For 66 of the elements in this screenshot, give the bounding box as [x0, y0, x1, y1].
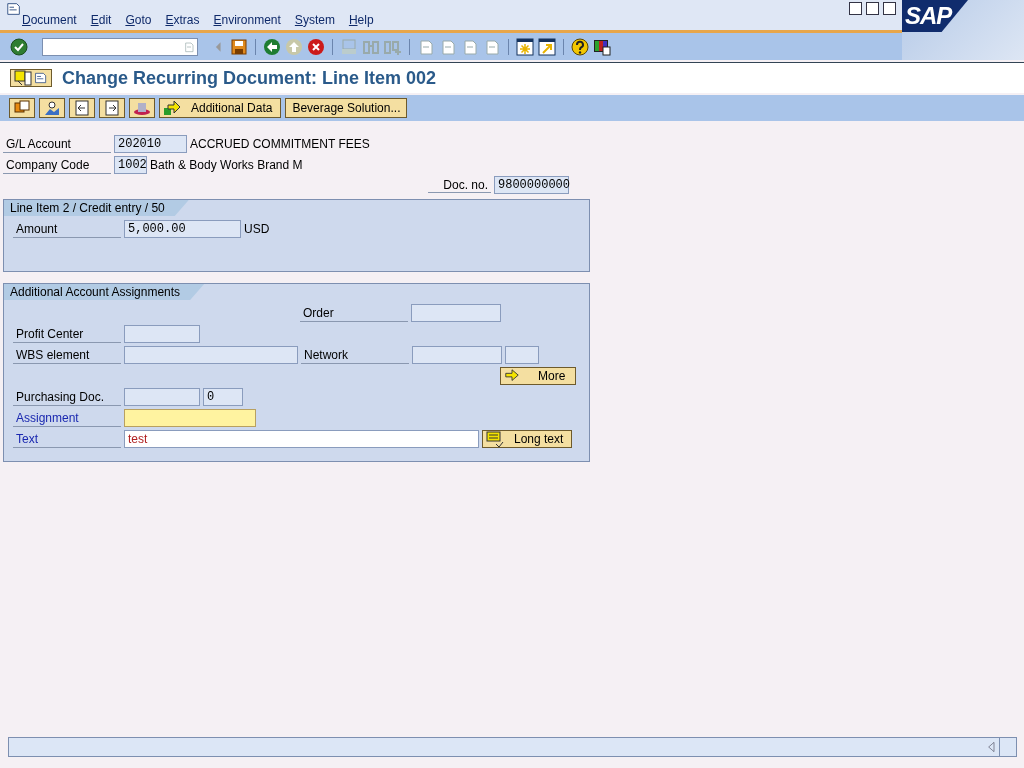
- back-icon[interactable]: [263, 37, 281, 56]
- document-icon: [34, 70, 48, 86]
- note-icon: [486, 429, 504, 448]
- new-session-icon[interactable]: [516, 37, 534, 56]
- menu-item[interactable]: Environment: [213, 13, 281, 27]
- toolbar-button[interactable]: Additional Data: [159, 98, 282, 118]
- expand-icon[interactable]: [986, 741, 998, 753]
- input-field[interactable]: [124, 345, 298, 364]
- input-field[interactable]: 1002: [114, 155, 147, 174]
- menu-item[interactable]: Goto: [125, 13, 152, 27]
- app-menu-icon[interactable]: [6, 1, 22, 17]
- group-title: Additional Account Assignments: [4, 284, 205, 300]
- input-field[interactable]: [505, 345, 539, 364]
- screen-title: Change Recurring Document: Line Item 002: [62, 67, 437, 89]
- icon-button[interactable]: [39, 98, 65, 118]
- currency: USD: [244, 221, 270, 236]
- icon-button[interactable]: [9, 98, 35, 118]
- display-change-button[interactable]: [10, 69, 52, 87]
- input-field[interactable]: [124, 408, 256, 427]
- field-label: Text: [13, 429, 121, 448]
- sap-logo: SAP: [902, 0, 968, 32]
- field-label: Order: [300, 303, 408, 322]
- long-text-button[interactable]: Long text: [482, 429, 572, 448]
- field-label: Network: [301, 345, 409, 364]
- field-label: Assignment: [13, 408, 121, 427]
- input-field[interactable]: 202010: [114, 134, 187, 153]
- input-field[interactable]: [124, 324, 200, 343]
- layout-icon[interactable]: [593, 37, 611, 56]
- field-label: WBS element: [13, 345, 121, 364]
- person-icon: [43, 99, 61, 117]
- group-title: Line Item 2 / Credit entry / 50: [4, 200, 189, 216]
- input-field[interactable]: test: [124, 429, 479, 448]
- icon-button[interactable]: [99, 98, 125, 118]
- arrow-icon: [163, 99, 181, 117]
- field-label: Doc. no.: [428, 177, 491, 193]
- field-label: Purchasing Doc.: [13, 387, 121, 406]
- input-field[interactable]: 9800000000: [494, 176, 569, 194]
- arrow-icon: [504, 367, 520, 384]
- menu-item[interactable]: Help: [348, 13, 374, 27]
- menu-item[interactable]: Document: [22, 13, 77, 27]
- previous-document-icon: [73, 99, 91, 117]
- toolbar-button[interactable]: Beverage Solution...: [285, 98, 408, 118]
- icon-button[interactable]: [69, 98, 95, 118]
- menu-item[interactable]: System: [294, 13, 335, 27]
- company-name: Bath & Body Works Brand M: [150, 157, 303, 172]
- input-field[interactable]: 0: [203, 387, 243, 406]
- field-label: Amount: [13, 219, 121, 238]
- input-field[interactable]: [124, 387, 200, 406]
- menu-item[interactable]: Edit: [90, 13, 112, 27]
- shortcut-icon[interactable]: [538, 37, 556, 56]
- field-label: Company Code: [3, 155, 111, 174]
- input-field[interactable]: 5,000.00: [124, 219, 241, 238]
- command-field[interactable]: [42, 37, 198, 56]
- input-field[interactable]: [411, 303, 501, 322]
- cancel-icon[interactable]: [307, 37, 325, 56]
- menu-item[interactable]: Extras: [165, 13, 200, 27]
- next-document-icon: [103, 99, 121, 117]
- save-icon[interactable]: [230, 37, 248, 56]
- icon-button[interactable]: [129, 98, 155, 118]
- help-icon[interactable]: [571, 37, 589, 56]
- enter-check-icon[interactable]: [10, 37, 28, 56]
- field-label: Profit Center: [13, 324, 121, 343]
- account-description: ACCRUED COMMITMENT FEES: [190, 136, 370, 151]
- field-label: G/L Account: [3, 134, 111, 153]
- more-button[interactable]: More: [500, 366, 576, 385]
- input-field[interactable]: [412, 345, 502, 364]
